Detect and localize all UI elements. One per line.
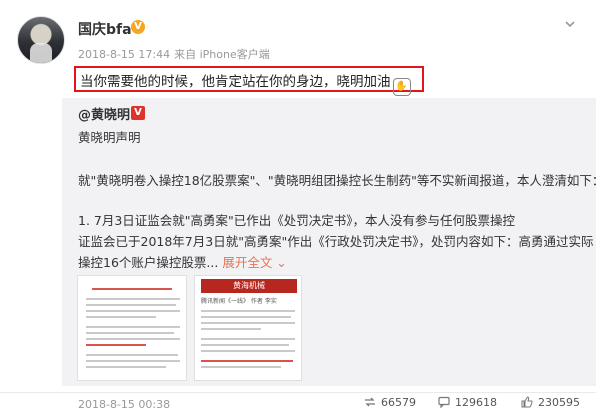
verified-badge-icon: V xyxy=(131,20,145,34)
repost-paragraph: 1. 7月3日证监会就"高勇案"已作出《处罚决定书》，本人没有参与任何股票操控 xyxy=(78,213,516,228)
repost-count: 66579 xyxy=(381,396,416,409)
comment-icon xyxy=(438,396,450,408)
repost-button[interactable]: 66579 xyxy=(364,396,416,409)
post-text-content: 当你需要他的时候，他肯定站在你的身边，晓明加油 xyxy=(80,74,391,90)
comment-count: 129618 xyxy=(455,396,497,409)
thumbnail-subtitle: 腾讯新闻《一线》 作者 李实 xyxy=(201,298,277,305)
repost-paragraph: 就"黄晓明卷入操控18亿股票案"、"黄晓明组团操控长生制药"等不实新闻报道，本人… xyxy=(78,173,596,188)
repost-image-thumbnail[interactable] xyxy=(77,275,187,381)
user-avatar[interactable] xyxy=(17,16,65,64)
post-meta: 2018-8-15 17:44 来自 iPhone客户端 xyxy=(78,46,270,62)
repost-paragraph-last: 操控16个账户操控股票... 展开全文 ⌄ xyxy=(78,255,287,270)
repost-date[interactable]: 2018-8-15 00:38 xyxy=(78,398,170,411)
like-button[interactable]: 230595 xyxy=(521,396,580,409)
repost-author[interactable]: @黄晓明 xyxy=(78,104,130,123)
thumbnail-header: 黄海机械 xyxy=(201,279,297,293)
post-username[interactable]: 国庆bfa xyxy=(78,19,132,39)
chevron-down-icon[interactable] xyxy=(563,17,577,31)
post-timestamp[interactable]: 2018-8-15 17:44 xyxy=(78,48,170,61)
repost-verified-badge-icon: V xyxy=(131,106,145,120)
thumbs-up-icon xyxy=(521,396,533,408)
post-source[interactable]: 来自 iPhone客户端 xyxy=(174,48,270,61)
repost-image-thumbnail[interactable]: 黄海机械 腾讯新闻《一线》 作者 李实 xyxy=(194,275,302,381)
comment-button[interactable]: 129618 xyxy=(438,396,497,409)
like-count: 230595 xyxy=(538,396,580,409)
repost-paragraph: 证监会已于2018年7月3日就"高勇案"作出《行政处罚决定书》，处罚内容如下：高… xyxy=(78,234,594,249)
hand-icon: ✋ xyxy=(392,78,411,96)
expand-full-text-link[interactable]: 展开全文 ⌄ xyxy=(222,255,286,270)
post-text: 当你需要他的时候，他肯定站在你的身边，晓明加油 ✋ xyxy=(80,70,411,96)
repost-title: 黄晓明声明 xyxy=(78,130,141,145)
repost-icon xyxy=(365,397,375,407)
weibo-post-card: 国庆bfa V 2018-8-15 17:44 来自 iPhone客户端 当你需要… xyxy=(0,0,596,419)
